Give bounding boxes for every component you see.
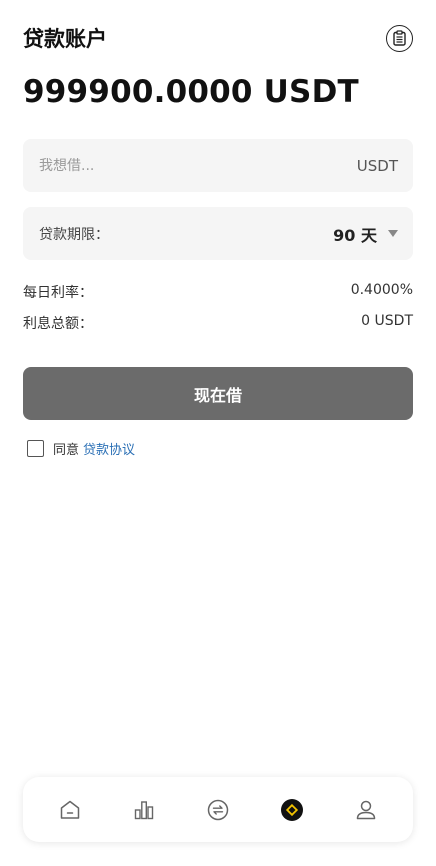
daily-rate-value: 0.4000% xyxy=(350,282,413,298)
user-icon xyxy=(356,800,376,819)
amount-unit: USDT xyxy=(356,156,398,175)
total-interest-label: 利息总额： xyxy=(23,316,93,332)
header: 贷款账户 xyxy=(23,22,413,54)
bar-chart-icon xyxy=(134,800,154,819)
loan-term-field[interactable]: 贷款期限： 90 天 xyxy=(23,207,413,260)
agreement-row: 同意 贷款协议 xyxy=(27,439,135,458)
exchange-icon xyxy=(207,799,229,820)
caret-down-icon xyxy=(388,230,398,237)
borrow-now-button[interactable]: 现在借 xyxy=(23,367,413,420)
amount-field[interactable]: USDT xyxy=(23,139,413,192)
agreement-checkbox[interactable] xyxy=(27,440,44,457)
records-button[interactable] xyxy=(386,24,413,52)
loan-term-label: 贷款期限： xyxy=(39,226,109,243)
loan-diamond-icon xyxy=(281,798,303,821)
agreement-prefix: 同意 xyxy=(53,443,80,458)
tab-loan[interactable] xyxy=(270,788,314,832)
daily-rate-label: 每日利率： xyxy=(23,285,93,301)
account-balance: 999900.0000 USDT xyxy=(23,74,359,110)
page-title: 贷款账户 xyxy=(23,27,107,51)
loan-agreement-link[interactable]: 贷款协议 xyxy=(83,443,135,458)
daily-rate-row: 每日利率： 0.4000% xyxy=(23,282,413,302)
tab-market[interactable] xyxy=(122,788,166,832)
home-icon xyxy=(60,800,80,819)
tab-home[interactable] xyxy=(48,788,92,832)
clipboard-icon xyxy=(393,30,406,46)
loan-term-value: 90 天 xyxy=(333,225,377,245)
total-interest-row: 利息总额： 0 USDT xyxy=(23,313,413,333)
amount-input[interactable] xyxy=(39,157,279,174)
tab-profile[interactable] xyxy=(344,788,388,832)
loan-term-select[interactable]: 90 天 xyxy=(333,222,398,246)
tab-trade[interactable] xyxy=(196,788,240,832)
total-interest-value: 0 USDT xyxy=(361,313,413,329)
bottom-tab-bar xyxy=(23,777,413,842)
